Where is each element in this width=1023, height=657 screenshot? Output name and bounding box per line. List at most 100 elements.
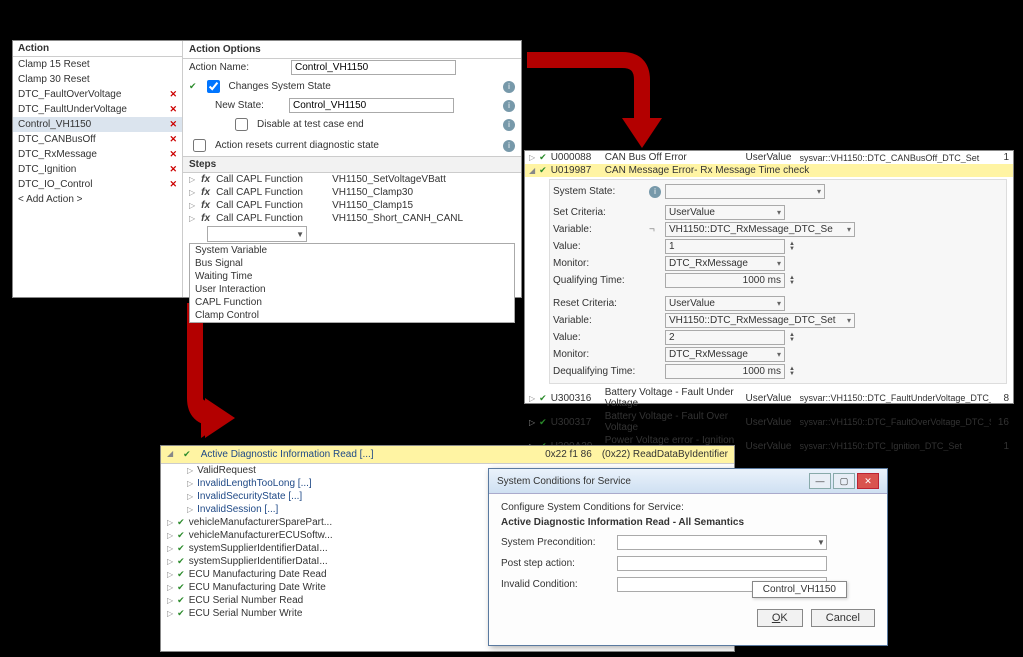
- new-state-input[interactable]: [289, 98, 454, 113]
- delete-icon[interactable]: ✕: [169, 104, 177, 115]
- spinner[interactable]: ▲▼: [789, 333, 795, 343]
- check-icon: ✔: [177, 608, 185, 619]
- changes-state-checkbox[interactable]: [207, 80, 220, 93]
- expand-icon[interactable]: ▷: [189, 214, 195, 223]
- dropdown-item[interactable]: Clamp Control: [190, 309, 514, 322]
- step-row[interactable]: ▷fxCall CAPL FunctionVH1150_Clamp15: [183, 199, 521, 212]
- action-name-input[interactable]: [291, 60, 456, 75]
- step-row[interactable]: ▷fxCall CAPL FunctionVH1150_Short_CANH_C…: [183, 212, 521, 225]
- expand-icon[interactable]: ▷: [167, 544, 173, 553]
- qualifying-time-input[interactable]: 1000 ms: [665, 273, 785, 288]
- variable-combo[interactable]: VH1150::DTC_RxMessage_DTC_Set▾: [665, 313, 855, 328]
- autocomplete-popup[interactable]: Control_VH1150: [752, 581, 847, 598]
- monitor-combo[interactable]: DTC_RxMessage▾: [665, 347, 785, 362]
- info-icon[interactable]: i: [503, 100, 515, 112]
- action-item[interactable]: DTC_FaultOverVoltage✕: [13, 87, 182, 102]
- dropdown-item[interactable]: Bus Signal: [190, 257, 514, 270]
- expand-icon[interactable]: ▷: [167, 609, 173, 618]
- chevron-down-icon[interactable]: ▼: [817, 538, 825, 547]
- resets-checkbox[interactable]: [193, 139, 206, 152]
- spinner[interactable]: ▲▼: [789, 242, 795, 252]
- expand-icon[interactable]: ▷: [187, 505, 193, 514]
- step-type-combo[interactable]: ▼: [207, 226, 307, 242]
- system-state-label: System State:: [553, 186, 645, 197]
- dequalifying-time-input[interactable]: 1000 ms: [665, 364, 785, 379]
- step-row[interactable]: ▷fxCall CAPL FunctionVH1150_Clamp30: [183, 186, 521, 199]
- spinner[interactable]: ▲▼: [789, 276, 795, 286]
- info-icon[interactable]: i: [649, 186, 661, 198]
- expand-icon[interactable]: ▷: [187, 479, 193, 488]
- expand-icon[interactable]: ▷: [167, 583, 173, 592]
- dtc-row[interactable]: ▷✔U300316Battery Voltage - Fault Under V…: [525, 386, 1013, 410]
- monitor-label: Monitor:: [553, 258, 645, 269]
- maximize-button[interactable]: ▢: [833, 473, 855, 489]
- check-icon: ✔: [177, 543, 185, 554]
- info-icon[interactable]: i: [503, 119, 515, 131]
- expand-icon[interactable]: ▷: [167, 557, 173, 566]
- check-icon: ✔: [177, 582, 185, 593]
- collapse-icon[interactable]: ◢: [167, 449, 173, 460]
- check-icon: ✔: [177, 517, 185, 528]
- close-button[interactable]: ✕: [857, 473, 879, 489]
- expand-icon[interactable]: ▷: [187, 466, 193, 475]
- delete-icon[interactable]: ✕: [169, 119, 177, 130]
- expand-icon[interactable]: ▷: [189, 175, 195, 184]
- cancel-button[interactable]: Cancel: [811, 609, 875, 627]
- expand-icon[interactable]: ▷: [167, 570, 173, 579]
- delete-icon[interactable]: ✕: [169, 89, 177, 100]
- expand-icon[interactable]: ▷: [189, 201, 195, 210]
- collapse-icon[interactable]: ◢: [529, 166, 535, 175]
- dropdown-item[interactable]: CAPL Function: [190, 296, 514, 309]
- dtc-row-selected[interactable]: ◢✔U019987CAN Message Error- Rx Message T…: [525, 164, 1013, 177]
- dropdown-item[interactable]: Waiting Time: [190, 270, 514, 283]
- delete-icon[interactable]: ✕: [169, 134, 177, 145]
- expand-icon[interactable]: ▷: [167, 518, 173, 527]
- diag-header[interactable]: ◢ ✔ Active Diagnostic Information Read […: [161, 446, 734, 464]
- variable-combo[interactable]: VH1150::DTC_RxMessage_DTC_Se▾: [665, 222, 855, 237]
- action-item[interactable]: Clamp 15 Reset: [13, 57, 182, 72]
- dialog-titlebar[interactable]: System Conditions for Service — ▢ ✕: [489, 469, 887, 494]
- dtc-row[interactable]: ▷✔U300317Battery Voltage - Fault Over Vo…: [525, 410, 1013, 434]
- action-item[interactable]: DTC_CANBusOff✕: [13, 132, 182, 147]
- expand-icon[interactable]: ▷: [529, 153, 535, 162]
- step-type-dropdown[interactable]: System Variable Bus Signal Waiting Time …: [189, 243, 515, 323]
- dropdown-item[interactable]: User Interaction: [190, 283, 514, 296]
- expand-icon[interactable]: ▷: [529, 394, 535, 403]
- expand-icon[interactable]: ▷: [529, 418, 535, 427]
- expand-icon[interactable]: ▷: [167, 596, 173, 605]
- precondition-input[interactable]: [617, 535, 827, 550]
- info-icon[interactable]: i: [503, 81, 515, 93]
- action-name-label: Action Name:: [189, 62, 285, 73]
- dropdown-item[interactable]: System Variable: [190, 244, 514, 257]
- spinner[interactable]: ▲▼: [789, 367, 795, 377]
- expand-icon[interactable]: ▷: [167, 531, 173, 540]
- delete-icon[interactable]: ✕: [169, 164, 177, 175]
- reset-criteria-combo[interactable]: UserValue▾: [665, 296, 785, 311]
- action-item[interactable]: DTC_FaultUnderVoltage✕: [13, 102, 182, 117]
- diag-title[interactable]: Active Diagnostic Information Read [...]: [201, 449, 374, 460]
- add-action[interactable]: < Add Action >: [13, 192, 182, 207]
- action-item-selected[interactable]: Control_VH1150✕: [13, 117, 182, 132]
- delete-icon[interactable]: ✕: [169, 149, 177, 160]
- set-criteria-combo[interactable]: UserValue▾: [665, 205, 785, 220]
- action-item[interactable]: DTC_Ignition✕: [13, 162, 182, 177]
- post-step-input[interactable]: [617, 556, 827, 571]
- value-input[interactable]: 1: [665, 239, 785, 254]
- minimize-button[interactable]: —: [809, 473, 831, 489]
- expand-icon[interactable]: ▷: [187, 492, 193, 501]
- set-criteria-label: Set Criteria:: [553, 207, 645, 218]
- action-item[interactable]: Clamp 30 Reset: [13, 72, 182, 87]
- step-row[interactable]: ▷fxCall CAPL FunctionVH1150_SetVoltageVB…: [183, 173, 521, 186]
- delete-icon[interactable]: ✕: [169, 179, 177, 190]
- expand-icon[interactable]: ▷: [189, 188, 195, 197]
- action-item[interactable]: DTC_RxMessage✕: [13, 147, 182, 162]
- monitor-combo[interactable]: DTC_RxMessage▾: [665, 256, 785, 271]
- new-state-label: New State:: [215, 100, 283, 111]
- info-icon[interactable]: i: [503, 140, 515, 152]
- disable-end-checkbox[interactable]: [235, 118, 248, 131]
- dtc-row[interactable]: ▷✔U000088CAN Bus Off ErrorUserValuesysva…: [525, 151, 1013, 164]
- ok-button[interactable]: OK: [757, 609, 803, 627]
- value-input[interactable]: 2: [665, 330, 785, 345]
- system-state-combo[interactable]: ▾: [665, 184, 825, 199]
- action-item[interactable]: DTC_IO_Control✕: [13, 177, 182, 192]
